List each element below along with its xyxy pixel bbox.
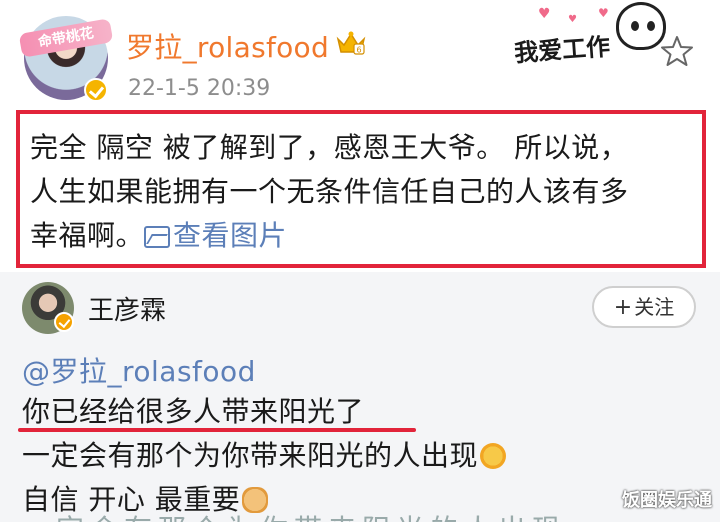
post-text-line: 完全 隔空 被了解到了，感恩王大爷。 所以说， [30, 131, 629, 164]
decorative-sticker: ♥ ♥ ♥ 我爱工作 [510, 0, 670, 90]
plus-icon: + [613, 295, 633, 320]
comment-line: 一定会有那个为你带来阳光的人出现 [22, 434, 507, 474]
svg-text:6: 6 [356, 46, 361, 55]
picture-icon [144, 226, 171, 248]
verified-badge-icon [54, 312, 74, 332]
heart-icon: ♥ [598, 6, 609, 20]
heart-icon: ♥ [568, 14, 577, 25]
star-icon[interactable] [660, 34, 694, 68]
commenter-name[interactable]: 王彦霖 [88, 290, 166, 327]
comment-line-text: 一定会有那个为你带来阳光的人出现 [22, 512, 582, 522]
follow-button[interactable]: + 关注 [592, 286, 696, 328]
post-text-line: 人生如果能拥有一个无条件信任自己的人该有多 [30, 175, 629, 208]
comment-line-cut-off: 一定会有那个为你带来阳光的人出现 [22, 512, 582, 522]
highlight-underline [18, 428, 416, 432]
fist-emoji-icon [242, 487, 269, 513]
post-text: 完全 隔空 被了解到了，感恩王大爷。 所以说， 人生如果能拥有一个无条件信任自己… [30, 126, 702, 258]
comment-line-text: 一定会有那个为你带来阳光的人出现 [22, 439, 479, 472]
post-body-highlight: 完全 隔空 被了解到了，感恩王大爷。 所以说， 人生如果能拥有一个无条件信任自己… [16, 110, 706, 268]
verified-badge-icon [84, 78, 108, 102]
post-header: 命带桃花 罗拉_rolasfood 6 22-1-5 20:39 ♥ ♥ ♥ 我… [0, 0, 720, 108]
sun-emoji-icon [480, 443, 507, 469]
post-text-line-end: 幸福啊。 [30, 219, 145, 252]
cartoon-face-icon [616, 2, 666, 50]
heart-icon: ♥ [538, 6, 551, 22]
author-avatar[interactable]: 命带桃花 [18, 16, 114, 102]
comment-mention[interactable]: @罗拉_rolasfood [22, 350, 256, 390]
post-timestamp: 22-1-5 20:39 [128, 76, 271, 101]
crown-badge-icon: 6 [336, 31, 366, 55]
watermark: 饭圈娱乐通 [622, 490, 712, 511]
comment-line-highlighted: 你已经给很多人带来阳光了 [22, 395, 365, 428]
view-image-link[interactable]: 查看图片 [144, 219, 287, 252]
follow-label: 关注 [634, 295, 675, 319]
sticker-text: 我爱工作 [513, 32, 612, 68]
post-text-line: 幸福啊。 查看图片 [30, 214, 702, 258]
view-image-label: 查看图片 [173, 219, 288, 252]
author-username[interactable]: 罗拉_rolasfood [126, 26, 329, 66]
